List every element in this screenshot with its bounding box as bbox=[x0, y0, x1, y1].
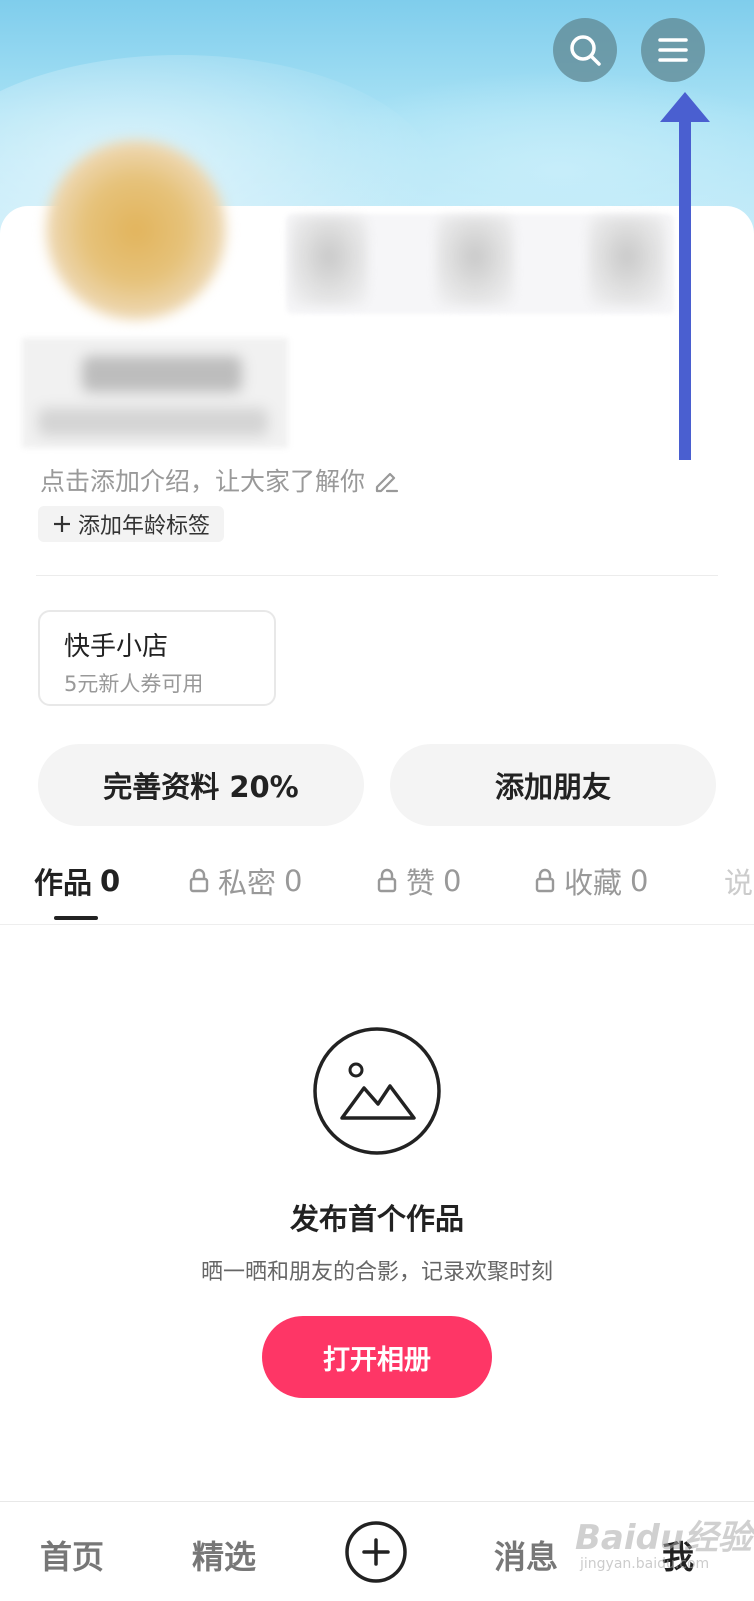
menu-icon bbox=[658, 38, 688, 62]
bio-field[interactable]: 点击添加介绍，让大家了解你 bbox=[40, 462, 399, 498]
nav-messages[interactable]: 消息 bbox=[494, 1532, 558, 1578]
menu-button[interactable] bbox=[641, 18, 705, 82]
tab-count: 0 bbox=[100, 864, 121, 898]
kuaishou-shop-card[interactable]: 快手小店 5元新人券可用 bbox=[38, 610, 276, 706]
age-tag-label: 添加年龄标签 bbox=[78, 514, 211, 539]
divider bbox=[36, 575, 718, 576]
lock-icon bbox=[189, 868, 209, 893]
tab-favorites[interactable]: 收藏 0 bbox=[534, 860, 648, 902]
image-placeholder-icon bbox=[313, 1027, 441, 1155]
open-album-button[interactable]: 打开相册 bbox=[262, 1316, 492, 1398]
profile-tabs: 作品 0 私密 0 赞 0 收藏 0 说 bbox=[0, 860, 754, 924]
lock-icon bbox=[535, 868, 555, 893]
tab-private[interactable]: 私密 0 bbox=[188, 860, 302, 902]
lock-icon bbox=[377, 868, 397, 893]
tab-more[interactable]: 说 bbox=[724, 860, 753, 902]
tab-label: 作品 bbox=[34, 866, 93, 900]
stat-following[interactable] bbox=[436, 216, 514, 306]
edit-pencil-icon bbox=[375, 472, 399, 493]
add-friends-button[interactable]: 添加朋友 bbox=[390, 744, 716, 826]
avatar[interactable] bbox=[46, 140, 226, 320]
stat-likes[interactable] bbox=[588, 216, 666, 306]
tab-likes[interactable]: 赞 0 bbox=[376, 860, 461, 902]
search-button[interactable] bbox=[553, 18, 617, 82]
stat-fans[interactable] bbox=[290, 216, 368, 306]
empty-state-title: 发布首个作品 bbox=[289, 1202, 464, 1236]
bio-placeholder: 点击添加介绍，让大家了解你 bbox=[40, 467, 366, 496]
create-plus-icon[interactable] bbox=[344, 1520, 408, 1584]
watermark-url: jingyan.baidu.com bbox=[580, 1556, 710, 1572]
divider bbox=[0, 924, 754, 925]
tab-label: 私密 bbox=[218, 866, 277, 900]
tab-label: 说 bbox=[724, 866, 754, 900]
watermark: Baidu经验 bbox=[575, 1518, 753, 1558]
nav-home[interactable]: 首页 bbox=[40, 1532, 104, 1578]
tab-works[interactable]: 作品 0 bbox=[34, 860, 120, 902]
tab-count: 0 bbox=[284, 864, 303, 898]
tab-count: 0 bbox=[443, 864, 462, 898]
plus-icon bbox=[54, 516, 70, 532]
tab-label: 赞 bbox=[406, 866, 436, 900]
name-line bbox=[82, 356, 242, 392]
user-name-blurred[interactable] bbox=[22, 338, 288, 448]
active-tab-indicator bbox=[54, 916, 98, 920]
shop-subtitle: 5元新人券可用 bbox=[64, 672, 204, 696]
tab-count: 0 bbox=[630, 864, 649, 898]
complete-profile-button[interactable]: 完善资料 20% bbox=[38, 744, 364, 826]
annotation-arrow-icon bbox=[660, 92, 710, 460]
nav-featured[interactable]: 精选 bbox=[192, 1532, 256, 1578]
empty-state-description: 晒一晒和朋友的合影，记录欢聚时刻 bbox=[200, 1260, 553, 1285]
add-age-tag-button[interactable]: 添加年龄标签 bbox=[38, 506, 225, 542]
shop-title: 快手小店 bbox=[64, 632, 169, 662]
id-line bbox=[38, 408, 268, 436]
tab-label: 收藏 bbox=[564, 866, 623, 900]
search-icon bbox=[570, 35, 601, 66]
